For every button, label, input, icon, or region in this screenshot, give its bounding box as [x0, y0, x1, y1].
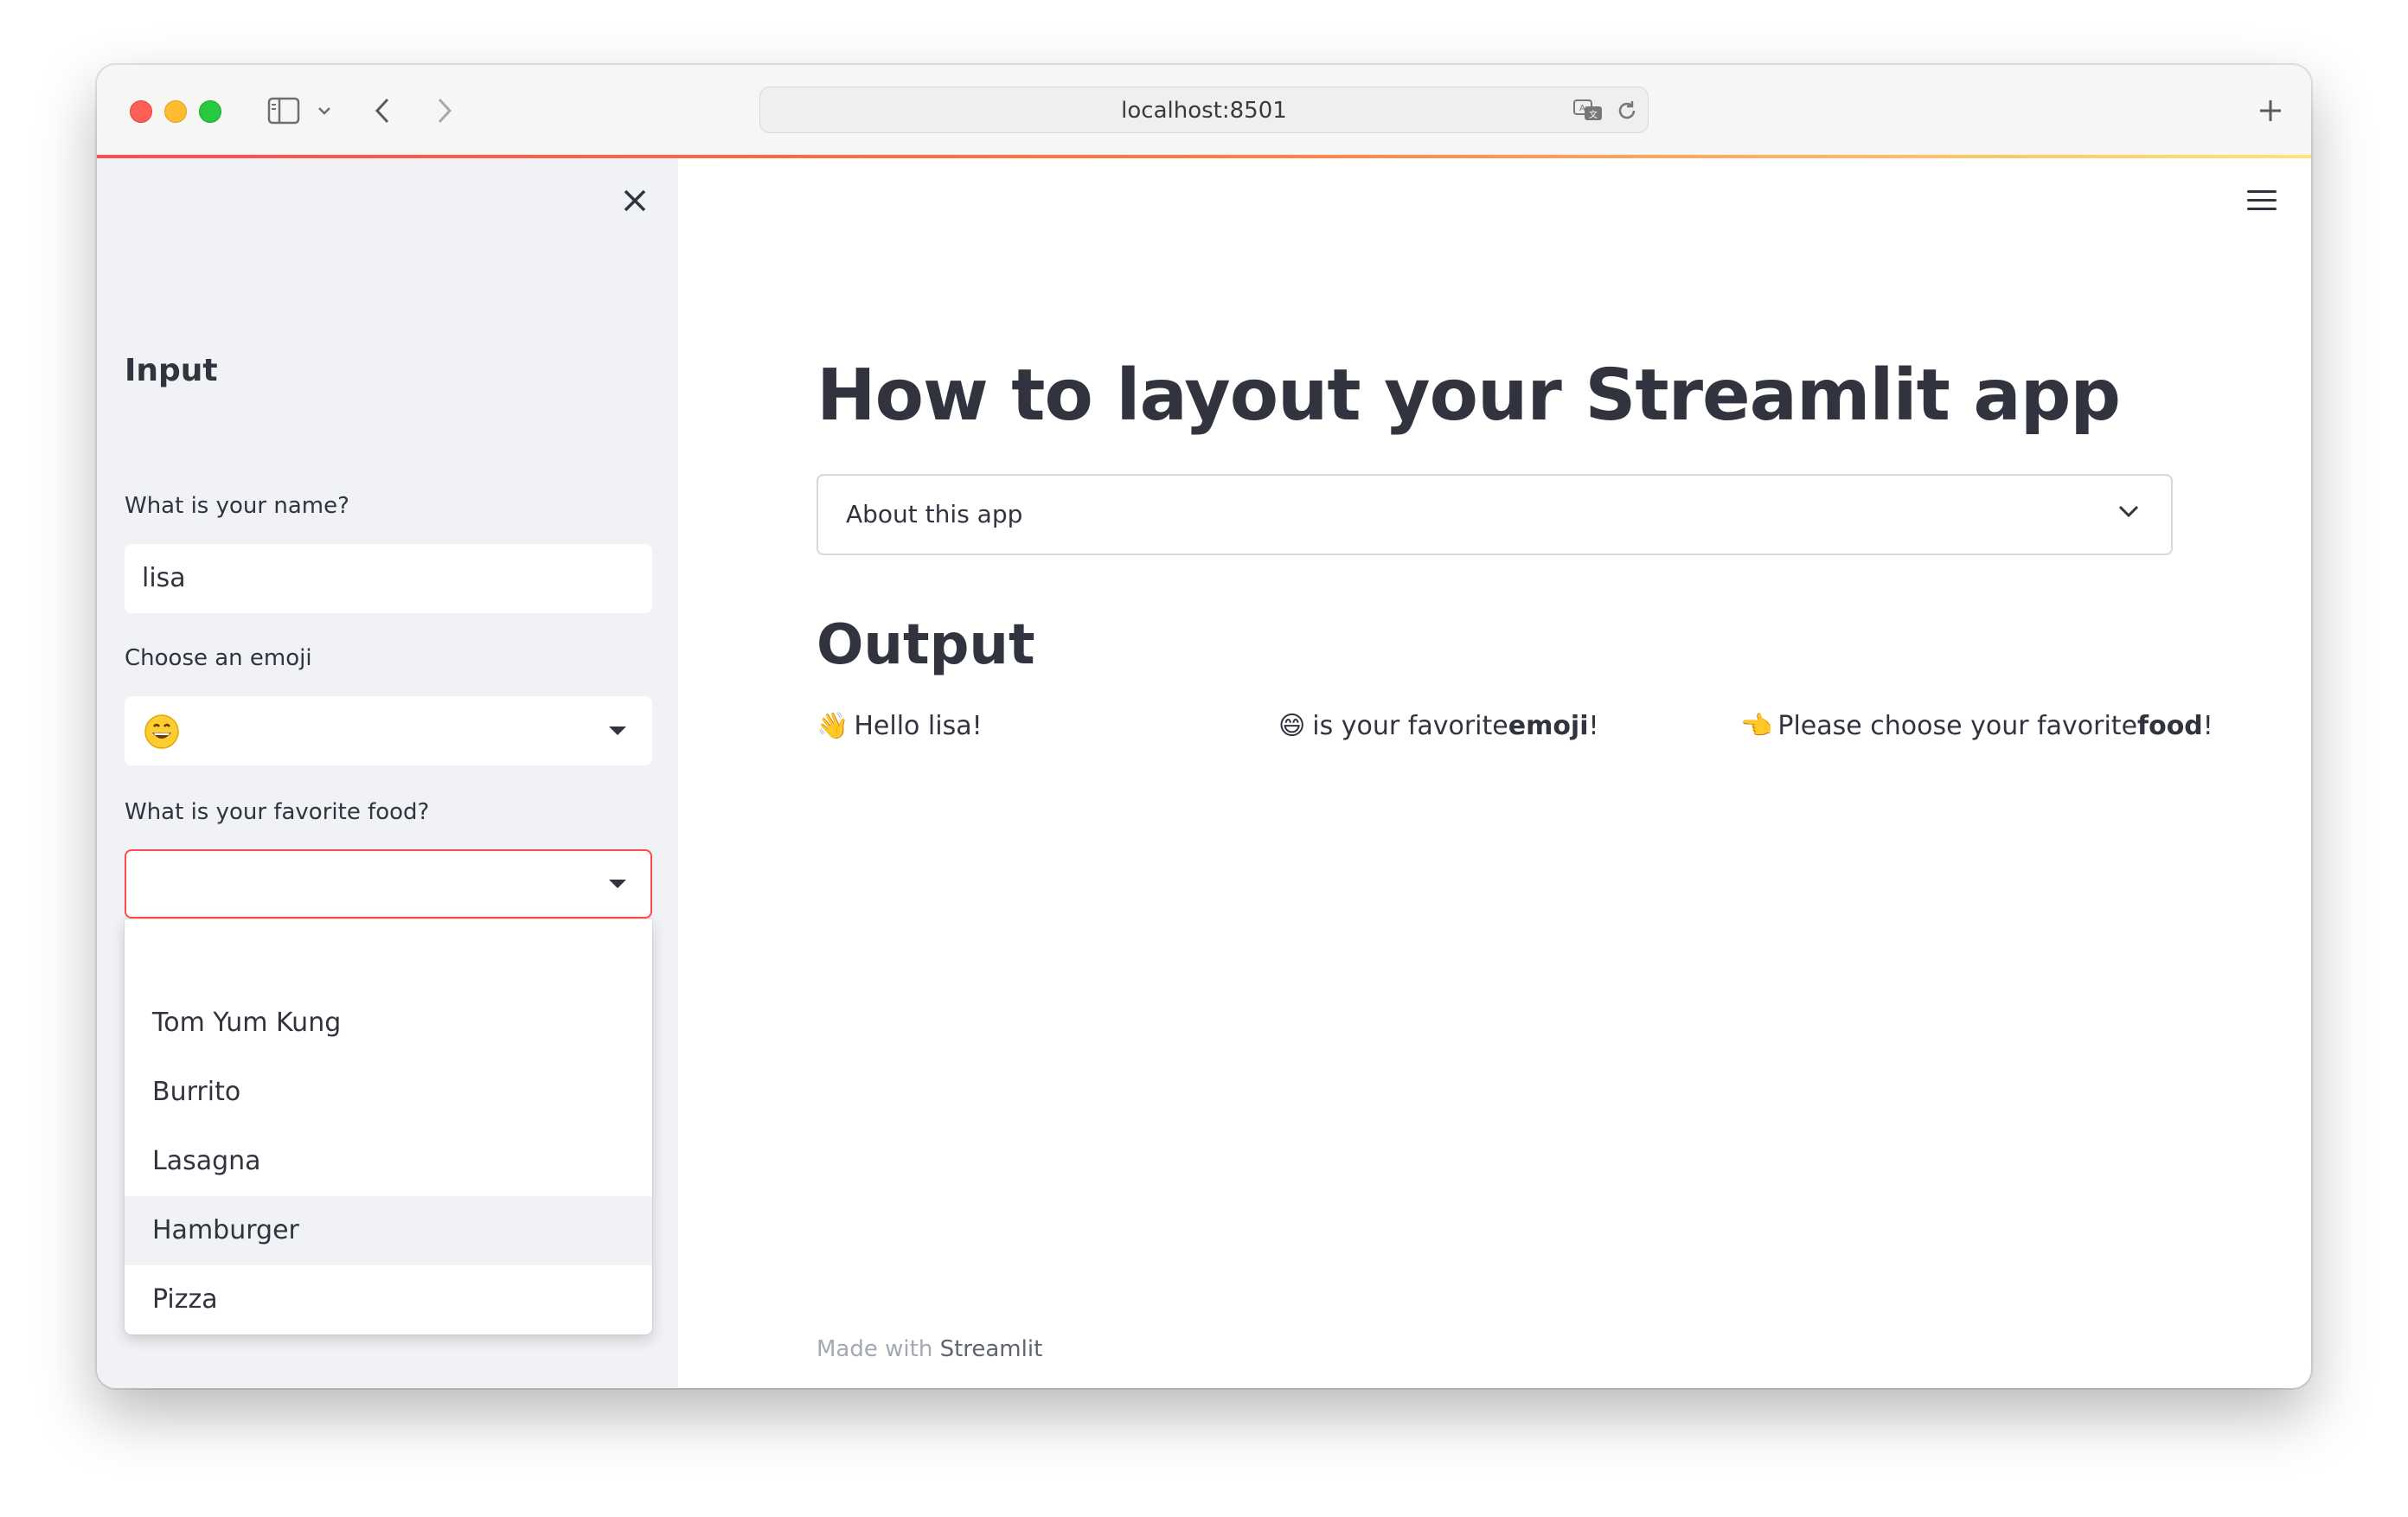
food-output-prefix: Please choose your favorite — [1777, 711, 2138, 741]
svg-text:文: 文 — [1589, 109, 1598, 120]
footer: Made with Streamlit — [817, 1336, 1042, 1362]
close-window-button[interactable] — [130, 100, 152, 123]
grinning-face-icon — [144, 714, 180, 753]
food-option-tom-yum-kung[interactable]: Tom Yum Kung — [125, 989, 652, 1058]
chevron-down-icon — [2117, 503, 2140, 522]
pointing-hand-icon: 👈 — [1740, 711, 1773, 741]
hello-output: 👋 Hello lisa! — [817, 711, 983, 741]
sidebar-toggle-icon[interactable] — [266, 96, 301, 125]
food-option-lasagna[interactable]: Lasagna — [125, 1127, 652, 1196]
hamburger-menu-icon[interactable] — [2247, 190, 2277, 214]
food-label: What is your favorite food? — [125, 799, 430, 825]
svg-text:A: A — [1579, 104, 1585, 113]
emoji-output-suffix: ! — [1588, 711, 1599, 741]
close-icon[interactable] — [620, 186, 650, 215]
emoji-output-bold: emoji — [1508, 711, 1589, 741]
name-input[interactable]: lisa — [125, 544, 652, 613]
food-option-hamburger[interactable]: Hamburger — [125, 1196, 652, 1265]
hello-text: Hello lisa! — [854, 711, 983, 741]
forward-icon[interactable] — [434, 96, 455, 125]
url-text: localhost:8501 — [1121, 98, 1287, 124]
expander-label: About this app — [846, 500, 1023, 528]
back-icon[interactable] — [372, 96, 393, 125]
translate-icon[interactable]: A文 — [1572, 98, 1606, 124]
food-option-pizza[interactable]: Pizza — [125, 1265, 652, 1335]
name-input-value: lisa — [142, 563, 186, 593]
sidebar-heading: Input — [125, 353, 218, 388]
page-title: How to layout your Streamlit app — [817, 355, 2121, 437]
address-bar[interactable]: localhost:8501 A文 — [759, 86, 1649, 133]
streamlit-link[interactable]: Streamlit — [940, 1336, 1043, 1362]
waving-hand-icon: 👋 — [817, 711, 849, 741]
food-output: 👈 Please choose your favorite food ! — [1740, 711, 2213, 741]
output-heading: Output — [817, 613, 1035, 677]
emoji-output: 😄 is your favorite emoji ! — [1278, 711, 1599, 741]
minimize-window-button[interactable] — [164, 100, 187, 123]
food-option-burrito[interactable]: Burrito — [125, 1058, 652, 1127]
food-output-suffix: ! — [2202, 711, 2213, 741]
food-select[interactable] — [125, 849, 652, 919]
food-options-menu: Tom Yum Kung Burrito Lasagna Hamburger P… — [125, 919, 652, 1335]
browser-window: localhost:8501 A文 Input What is your nam… — [97, 65, 2311, 1388]
sidebar: Input What is your name? lisa Choose an … — [97, 158, 678, 1388]
browser-toolbar: localhost:8501 A文 — [97, 65, 2311, 156]
reload-icon[interactable] — [1615, 99, 1639, 123]
food-output-bold: food — [2137, 711, 2203, 741]
footer-prefix: Made with — [817, 1336, 940, 1362]
emoji-label: Choose an emoji — [125, 645, 312, 671]
food-option-blank[interactable] — [125, 919, 652, 989]
emoji-output-prefix: is your favorite — [1312, 711, 1508, 741]
grinning-face-icon: 😄 — [1278, 711, 1306, 741]
about-expander[interactable]: About this app — [817, 474, 2173, 555]
caret-down-icon — [609, 726, 626, 735]
maximize-window-button[interactable] — [199, 100, 221, 123]
caret-down-icon — [609, 880, 626, 888]
new-tab-icon[interactable] — [2256, 96, 2285, 125]
emoji-select[interactable] — [125, 696, 652, 765]
name-label: What is your name? — [125, 493, 349, 519]
chevron-down-icon[interactable] — [317, 103, 332, 118]
